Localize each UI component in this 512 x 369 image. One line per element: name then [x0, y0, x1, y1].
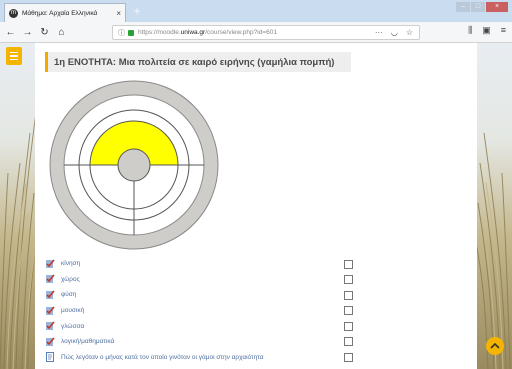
info-icon[interactable]: ⓘ: [118, 28, 125, 38]
page-actions-button[interactable]: ···: [375, 28, 383, 37]
activity-label[interactable]: κίνηση: [61, 260, 80, 267]
completion-checkbox[interactable]: [344, 290, 353, 300]
forward-arrow-icon[interactable]: →: [21, 27, 34, 38]
activity-label[interactable]: Πώς λεγόταν ο μήνας κατά τον οποίο γινότ…: [61, 354, 263, 361]
check-pencil-icon: [46, 290, 55, 299]
address-bar[interactable]: ⓘ https://moodle.uniwa.gr/course/view.ph…: [112, 25, 420, 40]
star-icon[interactable]: ☆: [406, 28, 413, 37]
window-controls: – □ ×: [456, 2, 508, 12]
browser-tab[interactable]: m Μάθημα: Αρχαία Ελληνικά ×: [4, 3, 126, 22]
activity-list: κίνηση χώρος φύση μουσική γλώσσα λογική/…: [45, 256, 363, 365]
activity-item[interactable]: κίνηση: [45, 256, 363, 272]
activity-item[interactable]: γλώσσα: [45, 318, 363, 334]
lock-icon[interactable]: [128, 29, 134, 36]
activity-label[interactable]: γλώσσα: [61, 323, 84, 330]
activity-item[interactable]: λογική/μαθηματικά: [45, 334, 363, 350]
completion-checkbox[interactable]: [344, 275, 353, 285]
check-pencil-icon: [46, 259, 55, 268]
maximize-icon[interactable]: □: [471, 2, 485, 12]
course-content-panel: 1η ΕΝΟΤΗΤΑ: Μια πολιτεία σε καιρό ειρήνη…: [35, 43, 477, 369]
completion-checkbox[interactable]: [344, 353, 353, 363]
moodle-favicon-icon: m: [9, 8, 18, 18]
tab-close-button[interactable]: ×: [116, 9, 121, 18]
check-pencil-icon: [46, 337, 55, 346]
completion-checkbox[interactable]: [344, 321, 353, 331]
hamburger-icon[interactable]: ≡: [501, 25, 506, 36]
home-icon[interactable]: ⌂: [55, 27, 68, 38]
minimize-icon[interactable]: –: [456, 2, 470, 12]
sidebar-icon[interactable]: ▣: [482, 25, 491, 36]
section-header: 1η ΕΝΟΤΗΤΑ: Μια πολιτεία σε καιρό ειρήνη…: [45, 52, 351, 72]
grass-background-right: [476, 43, 512, 369]
drawer-toggle-button[interactable]: [6, 47, 22, 65]
activity-label[interactable]: φύση: [61, 291, 76, 298]
new-tab-button[interactable]: +: [130, 4, 144, 18]
navigation-toolbar: ← → ↻ ⌂ ⓘ https://moodle.uniwa.gr/course…: [0, 22, 512, 43]
grass-background-left: [0, 43, 38, 369]
center-circle: [117, 148, 151, 182]
completion-checkbox[interactable]: [344, 306, 353, 316]
toolbar-right: ⫼ ▣ ≡: [468, 25, 506, 36]
tab-bar: m Μάθημα: Αρχαία Ελληνικά × + – □ ×: [0, 0, 512, 22]
activity-label[interactable]: χώρος: [61, 276, 80, 283]
concentric-circles-diagram: [49, 80, 219, 250]
activity-item[interactable]: μουσική: [45, 303, 363, 319]
completion-checkbox[interactable]: [344, 337, 353, 347]
activity-item[interactable]: Πώς λεγόταν ο μήνας κατά τον οποίο γινότ…: [45, 350, 363, 366]
pocket-icon[interactable]: ◡: [391, 28, 398, 37]
reload-icon[interactable]: ↻: [38, 27, 51, 38]
activity-item[interactable]: χώρος: [45, 272, 363, 288]
url-text: https://moodle.uniwa.gr/course/view.php?…: [138, 29, 277, 36]
library-icon[interactable]: ⫼: [468, 25, 472, 36]
completion-checkbox[interactable]: [344, 259, 353, 269]
check-pencil-icon: [46, 306, 55, 315]
back-arrow-icon[interactable]: ←: [4, 27, 17, 38]
check-pencil-icon: [46, 321, 55, 331]
window-close-icon[interactable]: ×: [486, 2, 508, 12]
page-icon: [46, 352, 54, 363]
activity-label[interactable]: μουσική: [61, 307, 84, 314]
scroll-to-top-button[interactable]: [486, 337, 504, 355]
url-actions: ··· ◡ ☆: [375, 28, 413, 37]
tab-title: Μάθημα: Αρχαία Ελληνικά: [22, 9, 98, 17]
activity-label[interactable]: λογική/μαθηματικά: [61, 338, 114, 345]
chevron-up-icon: [490, 342, 500, 349]
activity-item[interactable]: φύση: [45, 287, 363, 303]
check-pencil-icon: [46, 274, 55, 284]
section-title: 1η ΕΝΟΤΗΤΑ: Μια πολιτεία σε καιρό ειρήνη…: [54, 56, 335, 68]
